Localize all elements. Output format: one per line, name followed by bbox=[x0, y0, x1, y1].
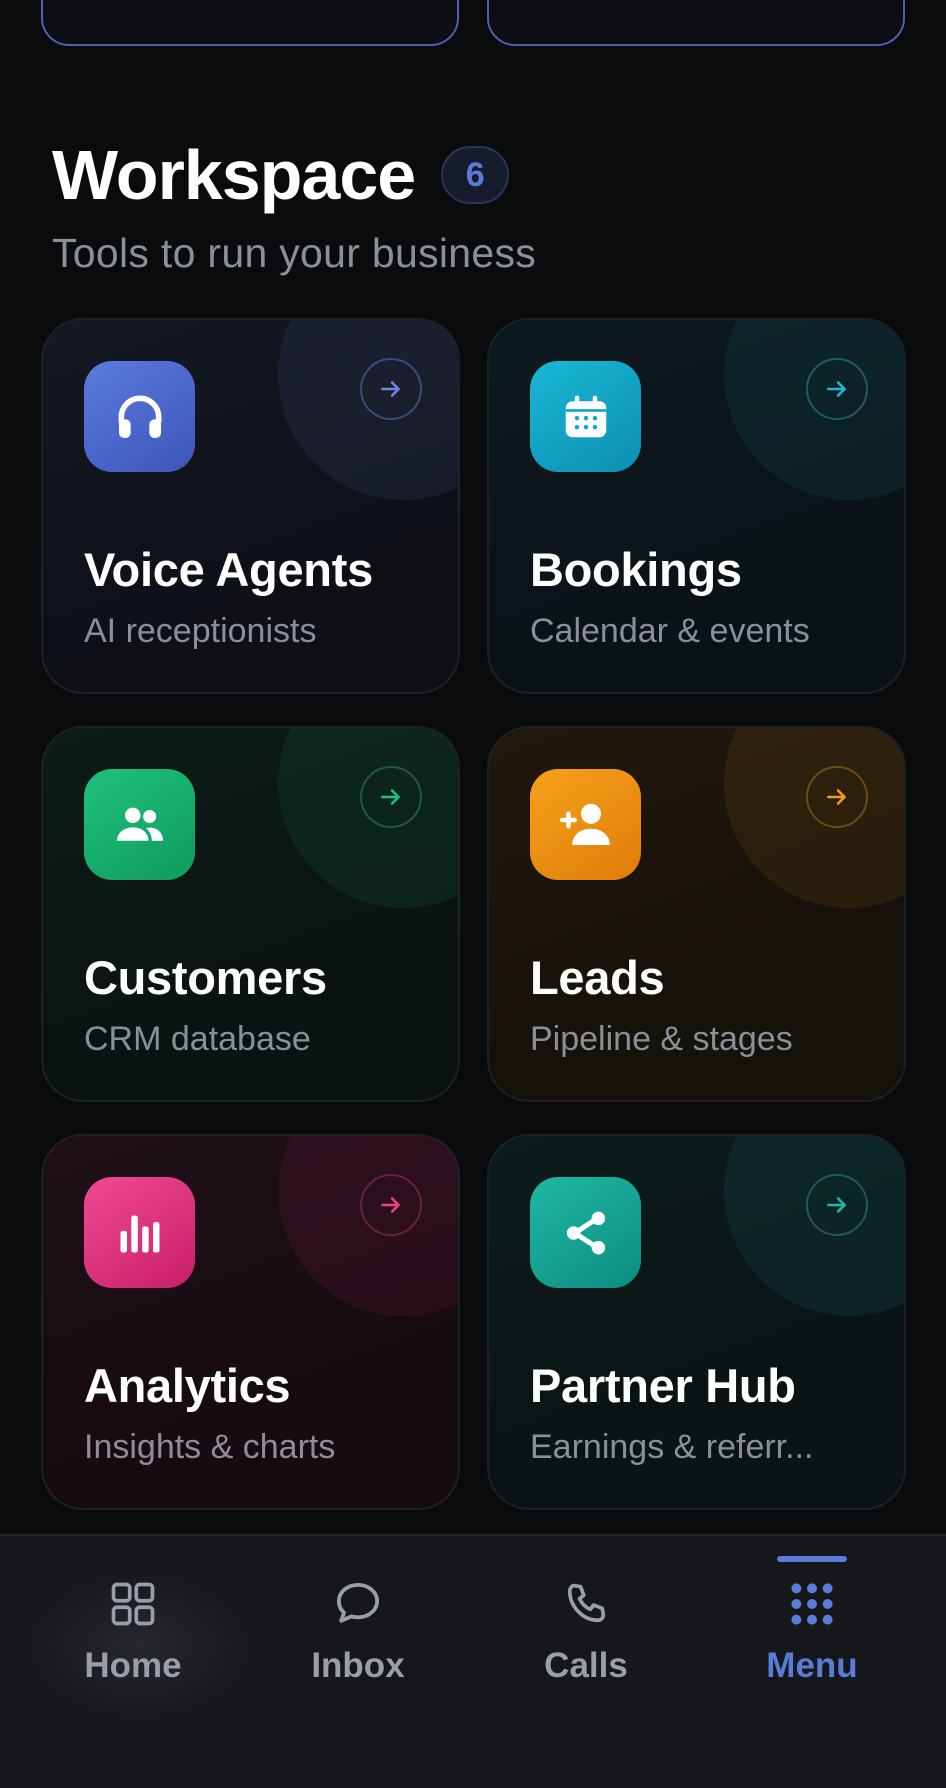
tile-title: Voice Agents bbox=[84, 543, 373, 596]
headphones-icon bbox=[84, 361, 195, 472]
arrow-right-icon[interactable] bbox=[806, 1174, 868, 1236]
bottom-tab-bar: Home Inbox Calls Menu bbox=[0, 1534, 946, 1788]
arrow-right-icon[interactable] bbox=[360, 358, 422, 420]
tile-subtitle: AI receptionists bbox=[84, 612, 317, 650]
active-tab-indicator bbox=[777, 1556, 847, 1562]
grid-icon bbox=[103, 1574, 163, 1634]
tab-label: Inbox bbox=[311, 1646, 405, 1685]
screen: Workspace 6 Tools to run your business V… bbox=[0, 0, 946, 1788]
tab-calls[interactable]: Calls bbox=[473, 1536, 699, 1736]
calendar-icon bbox=[530, 361, 641, 472]
arrow-right-icon[interactable] bbox=[360, 766, 422, 828]
tile-voice-agents[interactable]: Voice Agents AI receptionists bbox=[41, 318, 460, 694]
tab-label: Menu bbox=[766, 1646, 858, 1685]
tab-inbox[interactable]: Inbox bbox=[245, 1536, 471, 1736]
section-count-badge: 6 bbox=[441, 146, 510, 204]
dots-grid-icon bbox=[782, 1574, 842, 1634]
bar-chart-icon bbox=[84, 1177, 195, 1288]
previous-card-right[interactable] bbox=[487, 0, 905, 46]
section-header: Workspace 6 bbox=[52, 135, 510, 215]
tile-title: Analytics bbox=[84, 1359, 291, 1412]
tile-subtitle: Calendar & events bbox=[530, 612, 810, 650]
section-title: Workspace bbox=[52, 136, 416, 214]
phone-icon bbox=[556, 1574, 616, 1634]
tile-leads[interactable]: Leads Pipeline & stages bbox=[487, 726, 906, 1102]
tile-partner-hub[interactable]: Partner Hub Earnings & referr... bbox=[487, 1134, 906, 1510]
arrow-right-icon[interactable] bbox=[806, 766, 868, 828]
tile-subtitle: Earnings & referr... bbox=[530, 1428, 814, 1466]
tile-title: Leads bbox=[530, 951, 665, 1004]
tab-label: Calls bbox=[544, 1646, 628, 1685]
tile-subtitle: CRM database bbox=[84, 1020, 311, 1058]
tile-subtitle: Insights & charts bbox=[84, 1428, 336, 1466]
tab-label: Home bbox=[84, 1646, 182, 1685]
arrow-right-icon[interactable] bbox=[806, 358, 868, 420]
tile-analytics[interactable]: Analytics Insights & charts bbox=[41, 1134, 460, 1510]
tile-bookings[interactable]: Bookings Calendar & events bbox=[487, 318, 906, 694]
add-user-icon bbox=[530, 769, 641, 880]
chat-icon bbox=[328, 1574, 388, 1634]
tile-title: Customers bbox=[84, 951, 327, 1004]
previous-card-left[interactable] bbox=[41, 0, 459, 46]
tile-title: Bookings bbox=[530, 543, 742, 596]
share-icon bbox=[530, 1177, 641, 1288]
tab-menu[interactable]: Menu bbox=[699, 1536, 925, 1736]
tab-home[interactable]: Home bbox=[20, 1536, 246, 1736]
section-subtitle: Tools to run your business bbox=[52, 230, 537, 276]
tile-customers[interactable]: Customers CRM database bbox=[41, 726, 460, 1102]
tile-subtitle: Pipeline & stages bbox=[530, 1020, 793, 1058]
tile-title: Partner Hub bbox=[530, 1359, 796, 1412]
arrow-right-icon[interactable] bbox=[360, 1174, 422, 1236]
users-icon bbox=[84, 769, 195, 880]
